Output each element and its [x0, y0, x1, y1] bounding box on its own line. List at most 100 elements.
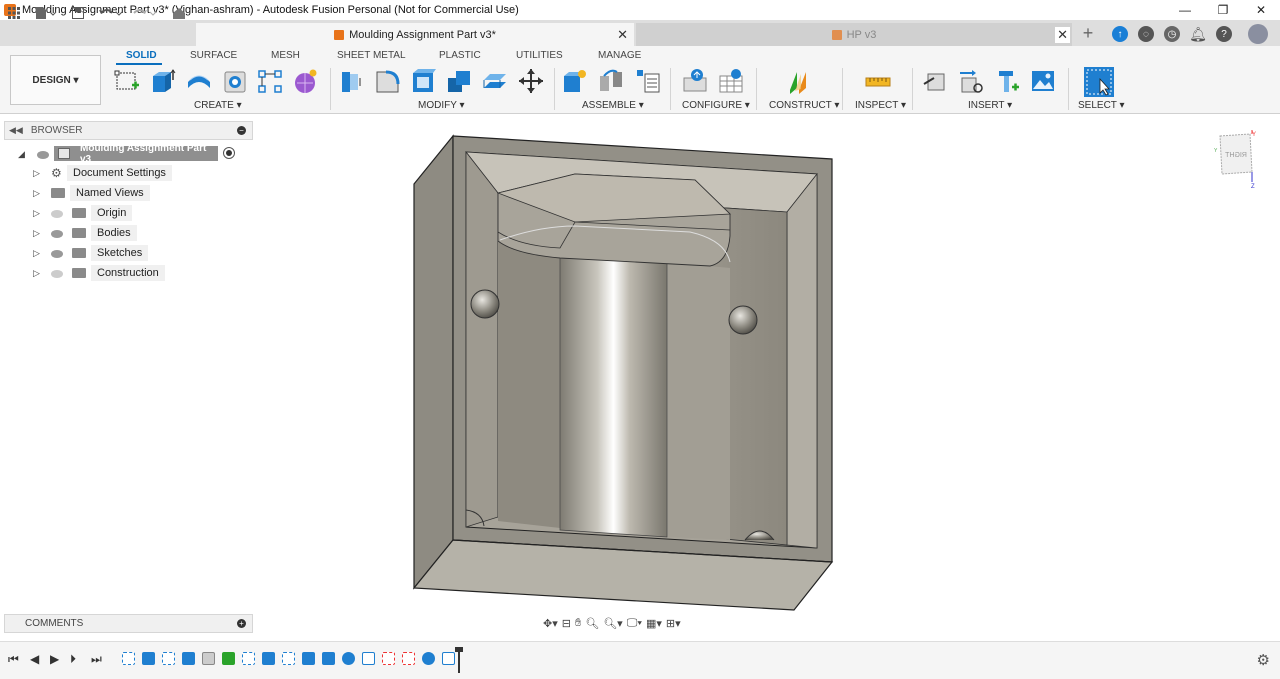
group-divider	[1068, 68, 1069, 110]
timeline-sketch-icon[interactable]	[402, 652, 415, 665]
restore-button[interactable]: ❐	[1204, 0, 1242, 20]
rectangular-pattern-icon[interactable]	[257, 68, 283, 94]
clock-icon[interactable]: ◷	[1164, 26, 1180, 42]
select-icon[interactable]	[1083, 66, 1115, 98]
timeline-extrude-icon[interactable]	[182, 652, 195, 665]
create-form-icon[interactable]	[292, 68, 318, 94]
timeline-pattern-icon[interactable]	[442, 652, 455, 665]
timeline-sketch-icon[interactable]	[242, 652, 255, 665]
help-icon[interactable]: ?	[1216, 26, 1232, 42]
workspace-switcher[interactable]: DESIGN ▾	[10, 55, 101, 105]
insert-link-icon[interactable]	[958, 68, 984, 94]
home-icon[interactable]	[168, 4, 190, 22]
inspect-group-label[interactable]: INSPECT ▾	[855, 100, 906, 111]
change-parameters-icon[interactable]	[682, 68, 708, 94]
channel-left	[498, 240, 560, 528]
close-tab-icon[interactable]: ✕	[617, 27, 628, 43]
timeline-position-marker[interactable]	[455, 647, 463, 673]
configurations-icon[interactable]	[718, 68, 744, 94]
zoom-icon[interactable]: 🔍︎	[585, 617, 599, 630]
extrude-icon[interactable]	[150, 68, 176, 94]
tab-mesh[interactable]: MESH	[271, 50, 300, 61]
canvas-viewport[interactable]	[0, 114, 1280, 641]
timeline-sketch-icon[interactable]	[382, 652, 395, 665]
tab-utilities[interactable]: UTILITIES	[516, 50, 563, 61]
timeline-fillet-icon[interactable]	[202, 652, 215, 665]
timeline-extrude-icon[interactable]	[322, 652, 335, 665]
offset-face-icon[interactable]	[482, 68, 508, 94]
select-group-label[interactable]: SELECT ▾	[1078, 100, 1125, 111]
joint-icon[interactable]	[598, 68, 624, 94]
combine-icon[interactable]	[446, 68, 472, 94]
timeline-prev-icon[interactable]: ◀︎	[30, 652, 39, 666]
timeline-sketch-icon[interactable]	[162, 652, 175, 665]
timeline-settings-gear-icon[interactable]: ⚙	[1257, 651, 1270, 669]
orbit-icon[interactable]: ✥▾	[543, 617, 558, 630]
tab-sheet-metal[interactable]: SHEET METAL	[337, 50, 406, 61]
grid-apps-icon[interactable]	[6, 4, 22, 22]
minimize-button[interactable]: —	[1166, 0, 1204, 20]
assemble-group-label[interactable]: ASSEMBLE ▾	[582, 100, 644, 111]
timeline-last-icon[interactable]: ⏭	[91, 652, 102, 667]
tab-hp-v3[interactable]: HP v3 ✕	[636, 23, 1072, 46]
new-component-icon[interactable]	[562, 68, 588, 94]
pan-hand-icon[interactable]: ✋︎	[575, 617, 581, 630]
file-menu-icon[interactable]	[32, 4, 58, 22]
comments-panel[interactable]: COMMENTS +	[4, 614, 253, 633]
undo-icon[interactable]	[96, 4, 124, 22]
tab-solid[interactable]: SOLID	[126, 50, 157, 61]
group-divider	[670, 68, 671, 110]
create-group-label[interactable]: CREATE ▾	[194, 100, 242, 111]
insert-canvas-icon[interactable]	[1030, 68, 1056, 94]
fit-icon[interactable]: 🔍︎▾	[603, 617, 623, 630]
insert-mcmaster-icon[interactable]	[994, 68, 1020, 94]
hole-icon[interactable]	[222, 68, 248, 94]
modify-group-label[interactable]: MODIFY ▾	[418, 100, 465, 111]
timeline-pattern-icon[interactable]	[362, 652, 375, 665]
timeline-extrude-icon[interactable]	[302, 652, 315, 665]
fillet-icon[interactable]	[374, 68, 400, 94]
tab-label: HP v3	[846, 28, 877, 41]
tab-surface[interactable]: SURFACE	[190, 50, 237, 61]
viewcube[interactable]: RIGHT Y Z Y	[1212, 128, 1258, 190]
move-copy-icon[interactable]	[518, 68, 544, 94]
timeline-revolve-icon[interactable]	[342, 652, 355, 665]
display-settings-icon[interactable]: 🖵▾	[627, 617, 642, 630]
measure-icon[interactable]	[865, 68, 891, 94]
timeline-extrude-icon[interactable]	[262, 652, 275, 665]
close-tab-icon[interactable]: ✕	[1055, 26, 1070, 43]
configure-group-label[interactable]: CONFIGURE ▾	[682, 100, 750, 111]
revolve-icon[interactable]	[186, 68, 212, 94]
timeline-next-icon[interactable]: ⏵	[70, 652, 76, 667]
tab-plastic[interactable]: PLASTIC	[439, 50, 481, 61]
timeline-plane-icon[interactable]	[222, 652, 235, 665]
user-avatar[interactable]	[1248, 24, 1268, 44]
tab-moulding-assignment[interactable]: Moulding Assignment Part v3* ✕	[196, 23, 634, 46]
extensions-icon[interactable]: ◌	[1138, 26, 1154, 42]
viewports-icon[interactable]: ⊞▾	[666, 617, 681, 630]
timeline-extrude-icon[interactable]	[142, 652, 155, 665]
redo-icon[interactable]	[130, 4, 158, 22]
timeline-hole-icon[interactable]	[422, 652, 435, 665]
insert-derive-icon[interactable]	[922, 68, 948, 94]
create-sketch-icon[interactable]	[114, 68, 140, 94]
bill-of-materials-icon[interactable]	[634, 68, 660, 94]
timeline-first-icon[interactable]: ⏮	[8, 652, 19, 667]
timeline-play-icon[interactable]: ▶︎	[50, 652, 59, 666]
offset-plane-icon[interactable]	[787, 68, 813, 94]
press-pull-icon[interactable]	[338, 68, 364, 94]
job-status-icon[interactable]: ↑	[1112, 26, 1128, 42]
look-at-icon[interactable]: ⊟	[562, 617, 571, 630]
tab-manage[interactable]: MANAGE	[598, 50, 641, 61]
close-window-button[interactable]: ✕	[1242, 0, 1280, 20]
insert-group-label[interactable]: INSERT ▾	[968, 100, 1012, 111]
notifications-bell-icon[interactable]: 🔔︎	[1189, 26, 1207, 42]
timeline-sketch-icon[interactable]	[282, 652, 295, 665]
construct-group-label[interactable]: CONSTRUCT ▾	[769, 100, 839, 111]
add-comment-icon[interactable]: +	[237, 619, 246, 628]
timeline-sketch-icon[interactable]	[122, 652, 135, 665]
new-tab-icon[interactable]: +	[1080, 23, 1096, 43]
grid-settings-icon[interactable]: ▦▾	[646, 617, 662, 630]
save-icon[interactable]	[70, 4, 86, 22]
shell-icon[interactable]	[410, 68, 436, 94]
